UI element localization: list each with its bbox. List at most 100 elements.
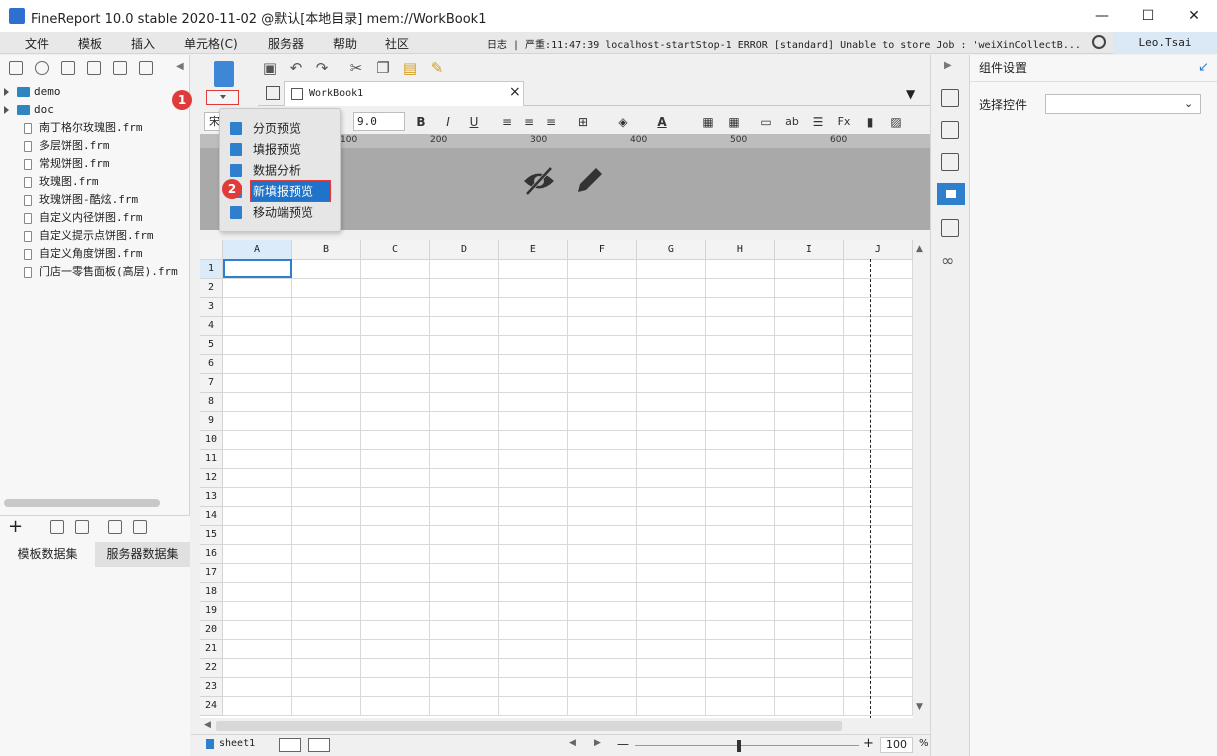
tree-file[interactable]: 常规饼图.frm [4, 155, 190, 173]
cell[interactable] [222, 354, 292, 374]
cell[interactable] [567, 487, 637, 507]
cell[interactable] [429, 354, 499, 374]
cell[interactable] [222, 335, 292, 355]
close-button[interactable]: ✕ [1171, 0, 1217, 32]
cell[interactable] [429, 430, 499, 450]
cell[interactable] [705, 639, 775, 659]
cell[interactable] [843, 392, 913, 412]
cell[interactable] [222, 639, 292, 659]
delete-dataset-icon[interactable] [75, 520, 89, 534]
insert-cell-icon[interactable]: ▭ [757, 113, 775, 131]
zoom-slider-track[interactable] [635, 745, 859, 746]
cell[interactable] [774, 658, 844, 678]
horizontal-scrollbar[interactable] [4, 499, 160, 507]
cell[interactable] [360, 373, 430, 393]
cell[interactable] [705, 487, 775, 507]
column-header[interactable]: I [774, 240, 844, 260]
cell[interactable] [429, 620, 499, 640]
menu-item-paged-preview[interactable]: 分页预览 [230, 118, 334, 138]
cell[interactable] [222, 601, 292, 621]
float-element-icon[interactable] [941, 153, 959, 171]
cell[interactable] [705, 392, 775, 412]
align-right-icon[interactable]: ≡ [542, 113, 560, 131]
cell[interactable] [636, 601, 706, 621]
cell[interactable] [843, 449, 913, 469]
cell[interactable] [567, 658, 637, 678]
cell[interactable] [498, 297, 568, 317]
cell[interactable] [498, 449, 568, 469]
redo-icon[interactable]: ↷ [313, 59, 331, 77]
cell-attribute-icon[interactable] [941, 89, 959, 107]
pin-icon[interactable]: ↙ [1198, 60, 1209, 75]
cell[interactable] [291, 544, 361, 564]
cell[interactable] [429, 582, 499, 602]
cell[interactable] [705, 335, 775, 355]
cell[interactable] [774, 601, 844, 621]
cell[interactable] [705, 354, 775, 374]
cell[interactable] [498, 487, 568, 507]
cell[interactable] [222, 620, 292, 640]
chevron-down-icon[interactable]: ⌄ [1184, 97, 1193, 110]
cell[interactable] [360, 411, 430, 431]
cell[interactable] [636, 335, 706, 355]
cell[interactable] [705, 316, 775, 336]
scroll-left-icon[interactable]: ◀ [204, 720, 211, 730]
cell[interactable] [222, 411, 292, 431]
cell[interactable] [291, 430, 361, 450]
cell[interactable] [291, 506, 361, 526]
add-sheet-icon[interactable] [279, 738, 301, 752]
cell[interactable] [222, 677, 292, 697]
cell[interactable] [222, 316, 292, 336]
cell[interactable] [843, 354, 913, 374]
cell[interactable] [429, 392, 499, 412]
font-color-icon[interactable]: A [653, 113, 671, 131]
cell[interactable] [222, 373, 292, 393]
cell[interactable] [636, 278, 706, 298]
row-header[interactable]: 13 [200, 487, 224, 507]
cell[interactable] [774, 335, 844, 355]
image-icon[interactable]: ▨ [887, 113, 905, 131]
cell[interactable] [360, 354, 430, 374]
row-header[interactable]: 5 [200, 335, 224, 355]
cell[interactable] [222, 658, 292, 678]
cell[interactable] [498, 335, 568, 355]
cell[interactable] [636, 563, 706, 583]
cell[interactable] [567, 601, 637, 621]
cell[interactable] [774, 411, 844, 431]
cell[interactable] [567, 373, 637, 393]
select-widget-dropdown[interactable]: ⌄ [1045, 94, 1201, 114]
cell[interactable] [567, 582, 637, 602]
cell[interactable] [843, 582, 913, 602]
cell[interactable] [291, 601, 361, 621]
cell[interactable] [498, 373, 568, 393]
cell[interactable] [774, 468, 844, 488]
cell[interactable] [429, 278, 499, 298]
select-all-corner[interactable] [200, 240, 224, 260]
cell[interactable] [429, 487, 499, 507]
cell[interactable] [636, 259, 706, 279]
cell[interactable] [498, 544, 568, 564]
cell[interactable] [360, 259, 430, 279]
cell[interactable] [567, 506, 637, 526]
cell[interactable] [567, 620, 637, 640]
cell[interactable] [222, 487, 292, 507]
cell[interactable] [360, 601, 430, 621]
cell[interactable] [843, 335, 913, 355]
cell[interactable] [774, 696, 844, 716]
cell[interactable] [774, 316, 844, 336]
refresh-icon[interactable] [35, 61, 49, 75]
cell[interactable] [705, 449, 775, 469]
cell[interactable] [429, 658, 499, 678]
cell[interactable] [843, 658, 913, 678]
tree-file[interactable]: 自定义提示点饼图.frm [4, 227, 190, 245]
row-header[interactable]: 18 [200, 582, 224, 602]
cell[interactable] [222, 544, 292, 564]
row-header[interactable]: 1 [200, 259, 224, 279]
menu-insert[interactable]: 插入 [131, 35, 155, 52]
cell[interactable] [498, 468, 568, 488]
cell[interactable] [429, 373, 499, 393]
cell[interactable] [360, 639, 430, 659]
menu-cell[interactable]: 单元格(C) [184, 35, 238, 52]
cell[interactable] [843, 316, 913, 336]
cell[interactable] [567, 525, 637, 545]
